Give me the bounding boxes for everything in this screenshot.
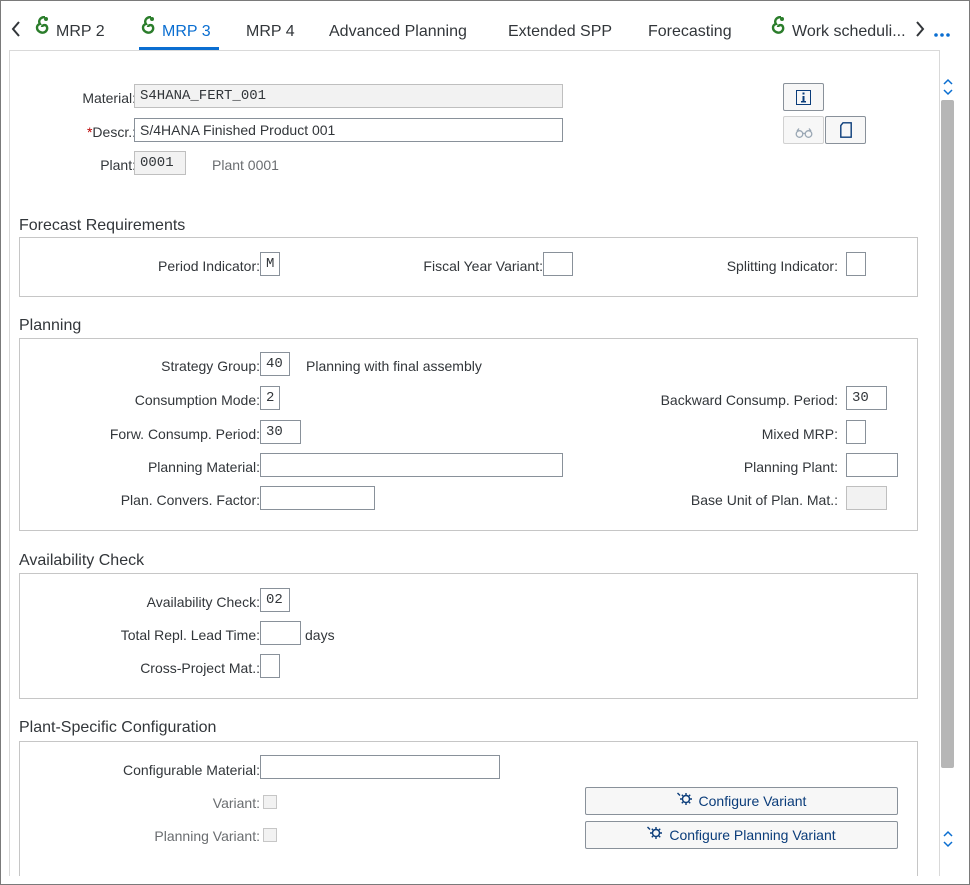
mixed-mrp-field[interactable] [846, 420, 866, 444]
fiscal-year-variant-label: Fiscal Year Variant: [423, 258, 543, 274]
availability-groupbox: Availability Check: 02 Total Repl. Lead … [19, 573, 918, 699]
tab-label: Work scheduli... [792, 23, 906, 40]
chevron-left-icon[interactable] [11, 21, 21, 42]
forecast-groupbox: Period Indicator: M Fiscal Year Variant:… [19, 237, 918, 297]
backward-period-label: Backward Consump. Period: [660, 392, 838, 408]
description-field[interactable]: S/4HANA Finished Product 001 [134, 118, 563, 142]
conversion-factor-field[interactable] [260, 486, 375, 510]
availability-section-title: Availability Check [19, 552, 145, 569]
lead-time-field[interactable] [260, 621, 301, 645]
gear-configure-icon [676, 788, 693, 814]
descr-label-text: Descr.: [92, 124, 136, 140]
display-button[interactable] [783, 116, 824, 144]
tab-label: Advanced Planning [329, 23, 467, 40]
tab-advanced-planning[interactable]: Advanced Planning [329, 1, 467, 47]
variant-checkbox[interactable] [263, 795, 277, 809]
plant-text: Plant 0001 [212, 157, 279, 173]
base-unit-field [846, 486, 887, 510]
planning-material-label: Planning Material: [147, 459, 260, 475]
availability-check-field[interactable]: 02 [260, 588, 290, 612]
scrollbar-thumb[interactable] [941, 100, 954, 768]
configure-planning-variant-label: Configure Planning Variant [669, 827, 836, 843]
material-label: Material: [82, 90, 136, 106]
info-button[interactable] [783, 83, 824, 111]
variant-label: Variant: [212, 795, 260, 811]
period-indicator-label: Period Indicator: [158, 258, 260, 274]
configure-planning-variant-button[interactable]: Configure Planning Variant [585, 821, 898, 849]
base-unit-label: Base Unit of Plan. Mat.: [690, 492, 838, 508]
conversion-factor-label: Plan. Convers. Factor: [120, 492, 260, 508]
planning-section-title: Planning [19, 317, 82, 334]
strategy-group-label: Strategy Group: [161, 358, 260, 374]
forecast-section-title: Forecast Requirements [19, 217, 186, 234]
configure-variant-button[interactable]: Configure Variant [585, 787, 898, 815]
material-field: S4HANA_FERT_001 [134, 84, 563, 108]
planning-variant-label: Planning Variant: [154, 828, 260, 844]
configurable-material-field[interactable] [260, 755, 500, 779]
tab-label: MRP 2 [56, 23, 105, 40]
more-icon[interactable] [933, 25, 951, 43]
tab-bar: MRP 2 MRP 3 MRP 4 Advanced Planning Exte… [1, 1, 967, 50]
fiscal-year-variant-field[interactable] [543, 252, 573, 276]
tab-label: Forecasting [648, 23, 732, 40]
tab-work-scheduling[interactable]: Work scheduli... [770, 1, 906, 47]
consumption-mode-label: Consumption Mode: [134, 392, 260, 408]
strategy-group-text: Planning with final assembly [306, 358, 482, 374]
tab-mrp3[interactable]: MRP 3 [140, 1, 211, 47]
period-indicator-field[interactable]: M [260, 252, 280, 276]
tab-label: Extended SPP [508, 23, 613, 40]
tab-label: MRP 3 [162, 23, 211, 40]
tab-forecasting[interactable]: Forecasting [648, 1, 732, 47]
planning-material-field[interactable] [260, 453, 563, 477]
info-icon [796, 90, 811, 108]
configure-variant-label: Configure Variant [698, 793, 807, 809]
document-icon [840, 122, 852, 141]
tab-mrp4[interactable]: MRP 4 [246, 1, 295, 47]
scroll-up-icon[interactable] [943, 78, 953, 97]
forward-period-field[interactable]: 30 [260, 420, 301, 444]
display-glasses-icon [795, 125, 813, 141]
plant-config-section-title: Plant-Specific Configuration [19, 719, 217, 736]
planning-plant-label: Planning Plant: [743, 459, 838, 475]
tab-mrp2[interactable]: MRP 2 [34, 1, 105, 47]
splitting-indicator-field[interactable] [846, 252, 866, 276]
cross-project-field[interactable] [260, 654, 280, 678]
lead-time-label: Total Repl. Lead Time: [120, 627, 260, 643]
lead-time-unit: days [305, 627, 335, 643]
scroll-down-icon[interactable] [943, 830, 953, 849]
planning-groupbox: Strategy Group: 40 Planning with final a… [19, 338, 918, 531]
backward-period-field[interactable]: 30 [846, 386, 887, 410]
plant-label: Plant: [100, 157, 136, 173]
mixed-mrp-label: Mixed MRP: [761, 426, 838, 442]
tab-label: MRP 4 [246, 23, 295, 40]
planning-variant-checkbox[interactable] [263, 828, 277, 842]
chevron-right-icon[interactable] [915, 21, 925, 42]
document-button[interactable] [825, 116, 866, 144]
cross-project-label: Cross-Project Mat.: [140, 660, 260, 676]
forward-period-label: Forw. Consump. Period: [109, 426, 260, 442]
plant-field: 0001 [134, 151, 186, 175]
configurable-material-label: Configurable Material: [123, 762, 260, 778]
content-panel: Material: S4HANA_FERT_001 *Descr.: S/4HA… [9, 50, 940, 876]
planning-plant-field[interactable] [846, 453, 898, 477]
descr-label: *Descr.: [87, 124, 136, 140]
gear-configure-icon [647, 822, 663, 848]
consumption-mode-field[interactable]: 2 [260, 386, 280, 410]
strategy-group-field[interactable]: 40 [260, 352, 290, 376]
availability-check-label: Availability Check: [146, 594, 260, 610]
plant-config-groupbox: Configurable Material: Variant: Planning… [19, 741, 918, 876]
tab-extended-spp[interactable]: Extended SPP [508, 1, 612, 47]
splitting-indicator-label: Splitting Indicator: [726, 258, 838, 274]
